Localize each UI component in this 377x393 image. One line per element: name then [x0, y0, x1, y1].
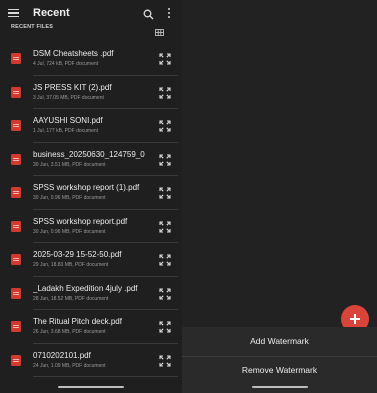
file-meta: 29 Jun, 18.83 MB, PDF document [33, 262, 109, 268]
file-meta: 28 Jun, 18.52 MB, PDF document [33, 295, 109, 302]
file-meta: 30 Jun, 0.96 MB, PDF document [33, 195, 106, 201]
recent-files-pane: Recent RECENT FILES DSM Cheatsheets .pdf… [0, 0, 182, 393]
file-list-item[interactable]: 0710202101.pdf 24 Jun, 1.09 MB, PDF docum… [0, 344, 182, 377]
file-list-item[interactable]: _Ladakh Expedition 4july .pdf 28 Jun, 18.… [0, 277, 182, 310]
file-name: _Ladakh Expedition 4july .pdf [33, 283, 138, 293]
row-divider [33, 376, 178, 377]
file-name: 0710202101.pdf [33, 350, 91, 360]
remove-watermark-button[interactable]: Remove Watermark [182, 356, 377, 385]
file-name: DSM Cheatsheets .pdf [33, 49, 114, 58]
grid-view-icon[interactable] [155, 23, 164, 36]
file-list-item[interactable]: The Ritual Pitch deck.pdf 26 Jun, 3.68 MB… [0, 310, 182, 344]
watermark-bottom-sheet: Add Watermark Remove Watermark [182, 327, 377, 393]
expand-icon[interactable] [159, 354, 171, 367]
pdf-file-icon [11, 287, 21, 299]
file-name: The Ritual Pitch deck.pdf [33, 317, 122, 326]
expand-icon[interactable] [159, 52, 171, 65]
section-label: RECENT FILES [11, 24, 54, 30]
expand-icon[interactable] [159, 287, 171, 300]
file-list-item[interactable]: SPSS workshop report (1).pdf 30 Jun, 0.96… [0, 176, 182, 210]
expand-icon[interactable] [159, 220, 171, 233]
hamburger-menu-icon[interactable] [8, 9, 19, 17]
pdf-file-icon [11, 53, 21, 64]
pdf-file-icon [11, 86, 21, 98]
file-meta: 3 Jul, 37.05 MB, PDF document [33, 94, 104, 101]
expand-icon[interactable] [159, 320, 171, 333]
pdf-file-icon [11, 354, 21, 366]
file-name: SPSS workshop report.pdf [33, 216, 128, 226]
pdf-file-icon [11, 321, 21, 332]
file-meta: 26 Jun, 3.68 MB, PDF document [33, 329, 106, 335]
file-meta: 1 Jul, 177 kB, PDF document [33, 128, 99, 134]
file-meta: 30 Jun, 3.51 MB, PDF document [33, 161, 106, 168]
pdf-file-icon [11, 220, 21, 232]
file-list-item[interactable]: business_20250630_124759_0... 30 Jun, 3.5… [0, 143, 182, 176]
home-indicator [252, 386, 308, 388]
pdf-file-icon [11, 187, 21, 198]
expand-icon[interactable] [159, 186, 171, 199]
file-list: DSM Cheatsheets .pdf 4 Jul, 724 kB, PDF d… [0, 42, 182, 377]
file-name: 2025-03-29 15-52-50.pdf [33, 250, 122, 259]
file-meta: 30 Jun, 0.96 MB, PDF document [33, 228, 106, 235]
more-vert-icon[interactable] [165, 7, 173, 19]
file-list-item[interactable]: DSM Cheatsheets .pdf 4 Jul, 724 kB, PDF d… [0, 42, 182, 76]
expand-icon[interactable] [159, 86, 171, 99]
file-name: business_20250630_124759_0... [33, 149, 145, 159]
pdf-file-icon [11, 120, 21, 131]
expand-icon[interactable] [159, 119, 171, 132]
pdf-file-icon [11, 254, 21, 265]
page-title: Recent [33, 7, 70, 19]
expand-icon[interactable] [159, 253, 171, 266]
file-meta: 4 Jul, 724 kB, PDF document [33, 61, 99, 67]
file-name: AAYUSHI SONI.pdf [33, 116, 103, 125]
file-list-item[interactable]: 2025-03-29 15-52-50.pdf 29 Jun, 18.83 MB,… [0, 243, 182, 277]
file-list-item[interactable]: SPSS workshop report.pdf 30 Jun, 0.96 MB,… [0, 210, 182, 243]
pdf-file-icon [11, 153, 21, 165]
file-name: SPSS workshop report (1).pdf [33, 183, 140, 192]
file-meta: 24 Jun, 1.09 MB, PDF document [33, 362, 106, 369]
file-list-item[interactable]: AAYUSHI SONI.pdf 1 Jul, 177 kB, PDF docum… [0, 109, 182, 143]
home-indicator [58, 386, 124, 388]
search-icon[interactable] [143, 7, 154, 20]
file-list-item[interactable]: JS PRESS KIT (2).pdf 3 Jul, 37.05 MB, PDF… [0, 76, 182, 109]
add-watermark-button[interactable]: Add Watermark [182, 327, 377, 356]
expand-icon[interactable] [159, 153, 171, 166]
file-name: JS PRESS KIT (2).pdf [33, 82, 112, 92]
